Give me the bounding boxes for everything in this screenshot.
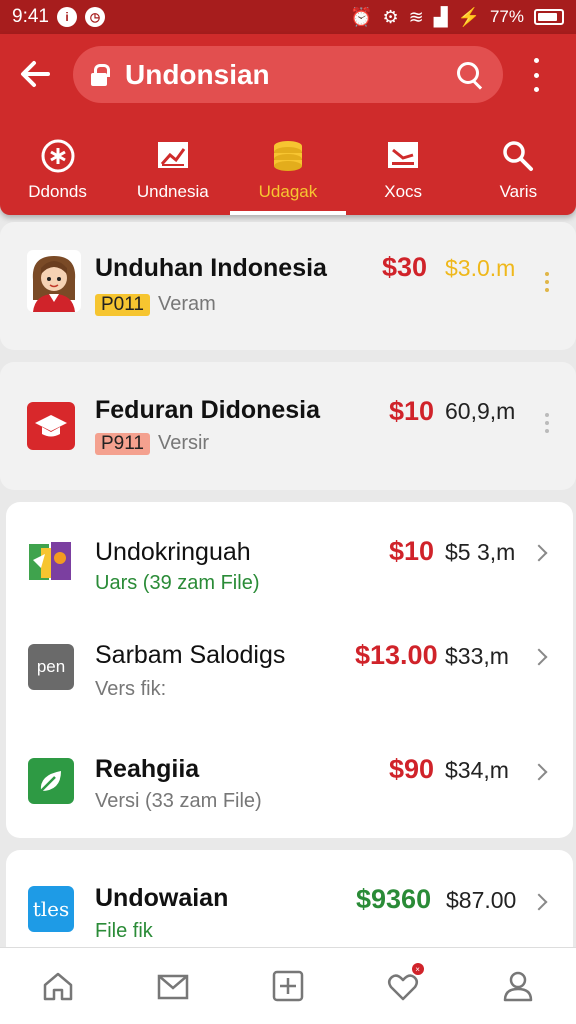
- avatar-girl-icon: [27, 250, 81, 312]
- leaf-app-icon: [28, 758, 74, 804]
- tab-label: Undnesia: [136, 182, 209, 201]
- chevron-right-icon[interactable]: [530, 544, 548, 562]
- list-item[interactable]: Feduran Didonesia P911 Versir $10 60,9,m: [0, 362, 576, 490]
- list-item[interactable]: Unduhan Indonesia P011 Veram $30 $3.0.m: [0, 222, 576, 350]
- item-title: Undokringuah: [95, 538, 251, 566]
- back-arrow-icon[interactable]: [18, 54, 54, 94]
- clock-notification-icon: ◷: [84, 7, 105, 27]
- home-icon: [43, 972, 72, 1001]
- app-header: Undonsian Ddonds Undnesia Udagak Xocs Va…: [0, 34, 576, 215]
- tab-label: Xocs: [384, 182, 423, 201]
- graduation-cap-icon: [27, 402, 75, 450]
- settings-icon: ⚙: [382, 6, 399, 27]
- item-size: $33,m: [445, 643, 509, 669]
- tab-varis[interactable]: Varis: [461, 132, 576, 215]
- item-title: Sarbam Salodigs: [95, 641, 286, 669]
- search-icon: [500, 138, 536, 174]
- more-vert-icon[interactable]: [545, 413, 549, 433]
- nav-mail[interactable]: [115, 948, 230, 1024]
- more-vert-icon[interactable]: [545, 272, 549, 292]
- profile-icon: [504, 971, 533, 1002]
- list-item[interactable]: pen Sarbam Salodigs Vers fik: $13.00 $33…: [6, 614, 573, 726]
- item-subtitle-row: P011 Veram: [95, 293, 216, 316]
- signal-icon: ▟: [433, 6, 448, 27]
- item-title: Undowaian: [95, 884, 229, 912]
- list-item[interactable]: Reahgiia Versi (33 zam File) $90 $34,m: [6, 726, 573, 838]
- lock-icon: [91, 63, 110, 86]
- icon-text: pen: [36, 657, 66, 676]
- item-badge: P911: [95, 432, 150, 455]
- nav-profile[interactable]: [461, 948, 576, 1024]
- item-subtitle-row: P911 Versir: [95, 432, 209, 455]
- nav-favorites[interactable]: ×: [346, 948, 461, 1024]
- list-item[interactable]: Undokringuah Uars (39 zam File) $10 $5 3…: [6, 502, 573, 614]
- nav-add[interactable]: [230, 948, 345, 1024]
- battery-icon: [534, 9, 564, 25]
- search-input[interactable]: Undonsian: [125, 59, 455, 91]
- item-size: $5 3,m: [445, 539, 516, 565]
- battery-charging-icon: ⚡: [457, 6, 480, 27]
- item-subtitle: Vers fik:: [95, 678, 167, 700]
- nav-home[interactable]: [0, 948, 115, 1024]
- item-title: Unduhan Indonesia: [95, 254, 327, 282]
- list-group: Undokringuah Uars (39 zam File) $10 $5 3…: [6, 502, 573, 838]
- item-price: $9360: [356, 884, 432, 914]
- item-size: $3.0.m: [445, 255, 516, 281]
- colorful-app-icon: [27, 538, 75, 586]
- item-title: Feduran Didonesia: [95, 396, 321, 424]
- chevron-right-icon[interactable]: [530, 648, 548, 666]
- bottom-navigation: ×: [0, 947, 576, 1024]
- wifi-icon: ≋: [408, 6, 424, 27]
- tab-xocs[interactable]: Xocs: [346, 132, 461, 215]
- item-size: $87.00: [446, 887, 517, 913]
- more-vert-icon[interactable]: [528, 58, 544, 92]
- category-tabs: Ddonds Undnesia Udagak Xocs Varis: [0, 132, 576, 215]
- tab-udagak[interactable]: Udagak: [230, 132, 346, 215]
- item-title: Reahgiia: [95, 755, 200, 783]
- mail-icon: [157, 974, 189, 1000]
- item-subtitle: Versi (33 zam File): [95, 790, 262, 812]
- tab-label: Udagak: [258, 182, 318, 201]
- item-price: $30: [382, 252, 428, 282]
- item-price: $13.00: [355, 640, 438, 670]
- item-subtitle: File fik: [95, 920, 153, 942]
- add-icon: [272, 970, 304, 1002]
- search-icon[interactable]: [455, 60, 485, 90]
- pen-app-icon: pen: [28, 644, 74, 690]
- alarm-icon: ⏰: [350, 6, 373, 27]
- item-price: $90: [389, 754, 435, 784]
- chevron-right-icon[interactable]: [530, 893, 548, 911]
- item-badge: P011: [95, 293, 150, 316]
- status-bar: 9:41 i ◷ ⏰ ⚙ ≋ ▟ ⚡ 77%: [0, 0, 576, 34]
- battery-percent: 77%: [489, 7, 524, 26]
- tab-label: Ddonds: [28, 182, 87, 201]
- icon-text: tles: [32, 897, 70, 921]
- tab-label: Varis: [499, 182, 538, 201]
- tab-ddonds[interactable]: Ddonds: [0, 132, 115, 215]
- chart-down-icon: [385, 138, 421, 174]
- coin-stack-icon: [270, 138, 306, 174]
- item-subtitle: Veram: [157, 293, 216, 315]
- list-item[interactable]: tles Undowaian File fik $9360 $87.00: [6, 850, 573, 960]
- item-subtitle: Versir: [157, 432, 210, 454]
- item-size: $34,m: [445, 757, 509, 783]
- chevron-right-icon[interactable]: [530, 763, 548, 781]
- tab-undnesia[interactable]: Undnesia: [115, 132, 230, 215]
- item-size: 60,9,m: [445, 398, 516, 424]
- notification-badge: ×: [411, 963, 424, 975]
- item-price: $10: [389, 536, 435, 566]
- item-price: $10: [389, 396, 435, 426]
- status-time: 9:41: [12, 6, 49, 27]
- asterisk-circle-icon: [40, 138, 76, 174]
- tles-app-icon: tles: [28, 886, 74, 932]
- search-bar[interactable]: Undonsian: [73, 46, 503, 103]
- chart-icon: [155, 138, 191, 174]
- item-subtitle: Uars (39 zam File): [95, 572, 260, 594]
- notification-icon: i: [56, 7, 77, 27]
